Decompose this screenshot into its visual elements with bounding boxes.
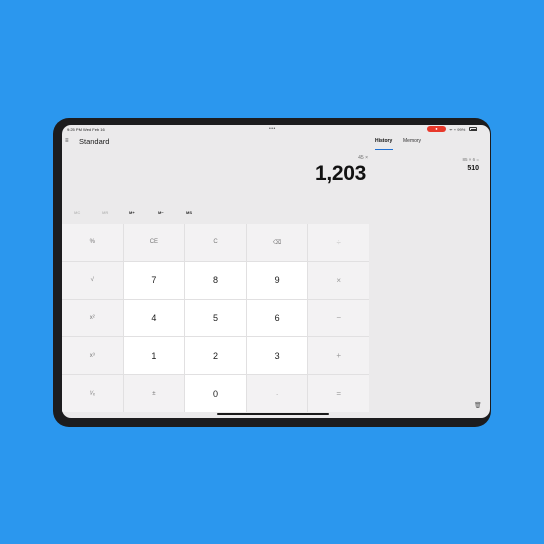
expression-display: 45 × (358, 155, 368, 161)
memory-recall-button[interactable]: MR (102, 210, 108, 215)
status-bar: 9:25 PM Wed Feb 16 ••• ● ᯤ ⌁ 99% (62, 125, 490, 134)
battery-icon (469, 127, 477, 131)
screen: 9:25 PM Wed Feb 16 ••• ● ᯤ ⌁ 99% ≡ Stand… (62, 125, 490, 418)
tab-memory[interactable]: Memory (403, 138, 421, 144)
hamburger-menu-icon[interactable]: ≡ (65, 138, 72, 144)
result-display: 1,203 (314, 162, 366, 185)
digit-8-button[interactable]: 8 (185, 261, 246, 299)
reciprocal-button[interactable]: ¹⁄ₓ (62, 375, 123, 412)
memory-store-button[interactable]: MS (186, 210, 192, 215)
digit-4-button[interactable]: 4 (123, 299, 185, 337)
square-root-button[interactable]: √ (62, 261, 123, 299)
trash-icon[interactable]: 🗑 (474, 402, 482, 409)
multitasking-dots-icon[interactable]: ••• (269, 126, 276, 132)
history-result[interactable]: 510 (467, 165, 479, 172)
digit-5-button[interactable]: 5 (185, 299, 246, 337)
subtract-button[interactable]: − (308, 299, 369, 337)
wifi-signal-icon: ᯤ ⌁ 99% (449, 127, 466, 132)
digit-0-button[interactable]: 0 (185, 375, 246, 412)
multiply-button[interactable]: × (308, 261, 369, 299)
equals-button[interactable]: = (308, 375, 369, 412)
digit-2-button[interactable]: 2 (185, 337, 246, 375)
digit-9-button[interactable]: 9 (246, 261, 308, 299)
digit-6-button[interactable]: 6 (246, 299, 308, 337)
status-time: 9:25 PM Wed Feb 16 (67, 127, 105, 132)
clear-button[interactable]: C (185, 224, 246, 261)
digit-3-button[interactable]: 3 (246, 337, 308, 375)
clear-entry-button[interactable]: CE (123, 224, 185, 261)
percent-button[interactable]: % (62, 224, 123, 261)
memory-add-button[interactable]: M+ (129, 210, 135, 215)
mode-title: Standard (79, 137, 110, 146)
memory-row: MC MR M+ M− MS (62, 210, 367, 220)
backspace-icon[interactable]: ⌫ (246, 224, 308, 261)
screen-recording-indicator: ● (427, 126, 446, 132)
history-expression[interactable]: 85 × 6 = (462, 157, 479, 162)
digit-7-button[interactable]: 7 (123, 261, 185, 299)
decimal-button[interactable]: . (246, 375, 308, 412)
active-tab-underline (375, 149, 393, 150)
negate-button[interactable]: ± (123, 375, 185, 412)
home-indicator[interactable] (217, 413, 329, 415)
cube-button[interactable]: x³ (62, 337, 123, 375)
add-button[interactable]: + (308, 337, 369, 375)
square-button[interactable]: x² (62, 299, 123, 337)
digit-1-button[interactable]: 1 (123, 337, 185, 375)
memory-clear-button[interactable]: MC (74, 210, 80, 215)
memory-subtract-button[interactable]: M− (158, 210, 164, 215)
keypad: % CE C ⌫ ÷ √ 7 8 9 × x² 4 5 6 − x³ 1 2 3… (62, 224, 369, 412)
tab-history[interactable]: History (375, 138, 392, 144)
divide-button[interactable]: ÷ (308, 224, 369, 261)
